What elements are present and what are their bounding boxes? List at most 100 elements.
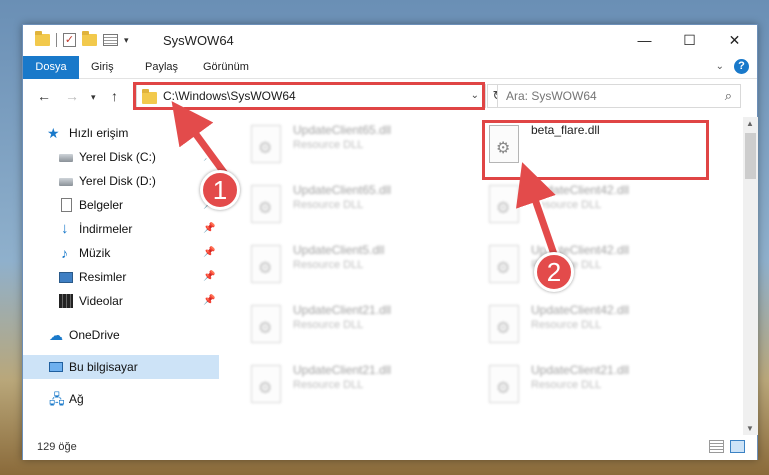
scroll-thumb[interactable] bbox=[745, 133, 756, 179]
address-dropdown-chevron-icon[interactable]: ⌄ bbox=[471, 90, 479, 101]
file-type: Resource DLL bbox=[293, 199, 364, 211]
search-input[interactable] bbox=[506, 89, 706, 103]
sidebar-item-label: Hızlı erişim bbox=[69, 126, 129, 140]
file-name: UpdateClient65.dll bbox=[293, 123, 392, 137]
new-folder-icon[interactable] bbox=[82, 31, 97, 46]
quick-access-toolbar: ✓ ▾ bbox=[35, 31, 129, 47]
customize-toolbar-chevron-icon[interactable]: ▾ bbox=[124, 35, 129, 46]
sidebar-item-this-pc[interactable]: Bu bilgisayar bbox=[23, 355, 219, 379]
sidebar-item-network[interactable]: 🖧 Ağ bbox=[23, 387, 219, 411]
file-type: Resource DLL bbox=[293, 379, 364, 391]
star-icon: ★ bbox=[47, 125, 60, 141]
maximize-button[interactable]: ☐ bbox=[667, 25, 712, 55]
file-item[interactable]: UpdateClient21.dll Resource DLL bbox=[481, 359, 711, 415]
expand-ribbon-chevron-icon[interactable]: ⌄ bbox=[716, 61, 724, 72]
status-bar: 129 öğe bbox=[23, 435, 757, 460]
dll-file-icon bbox=[489, 365, 519, 403]
dll-file-icon bbox=[251, 185, 281, 223]
file-item[interactable]: UpdateClient21.dll Resource DLL bbox=[243, 359, 473, 415]
address-row: ← → ▾ ↑ C:\Windows\SysWOW64 ⌄ ↻ ⌕ bbox=[23, 80, 757, 114]
file-list: UpdateClient65.dll Resource DLL UpdateCl… bbox=[219, 117, 743, 435]
file-item-beta-flare[interactable]: beta_flare.dll bbox=[481, 119, 711, 175]
pin-icon: 📌 bbox=[203, 247, 216, 258]
toolbar-divider bbox=[56, 33, 57, 47]
file-type: Resource DLL bbox=[293, 139, 364, 151]
sidebar-item-quick-access[interactable]: ★ Hızlı erişim bbox=[23, 121, 219, 145]
downloads-icon: ↓ bbox=[61, 220, 69, 237]
sidebar-item-label: Yerel Disk (C:) bbox=[79, 150, 156, 164]
dll-file-icon bbox=[251, 365, 281, 403]
dll-file-icon bbox=[251, 245, 281, 283]
file-item[interactable]: UpdateClient42.dll Resource DLL bbox=[481, 299, 711, 355]
sidebar-item-downloads[interactable]: ↓ İndirmeler 📌 bbox=[23, 217, 219, 241]
step-badge-1: 1 bbox=[200, 170, 240, 210]
dll-file-icon bbox=[489, 305, 519, 343]
file-item[interactable]: UpdateClient5.dll Resource DLL bbox=[243, 239, 473, 295]
dll-file-icon bbox=[251, 125, 281, 163]
file-explorer-window: ✓ ▾ SysWOW64 — ☐ ✕ Dosya Giriş Paylaş Gö… bbox=[22, 24, 758, 460]
address-folder-icon bbox=[142, 89, 157, 104]
scroll-down-icon[interactable]: ▼ bbox=[746, 424, 754, 433]
sidebar-item-label: Resimler bbox=[79, 270, 127, 284]
file-item[interactable]: UpdateClient65.dll Resource DLL bbox=[243, 179, 473, 235]
large-icons-view-icon[interactable] bbox=[730, 440, 745, 453]
videos-icon bbox=[59, 294, 73, 308]
tab-share[interactable]: Paylaş bbox=[135, 56, 188, 79]
help-icon[interactable]: ? bbox=[734, 59, 749, 74]
sidebar-item-local-disk-d[interactable]: Yerel Disk (D:) 📌 bbox=[23, 169, 219, 193]
sidebar-item-onedrive[interactable]: ☁ OneDrive bbox=[23, 323, 219, 347]
file-item[interactable]: UpdateClient42.dll Resource DLL bbox=[481, 179, 711, 235]
up-arrow-icon[interactable]: ↑ bbox=[111, 88, 118, 104]
dll-file-icon bbox=[489, 125, 519, 163]
tab-view[interactable]: Görünüm bbox=[193, 56, 259, 79]
file-type: Resource DLL bbox=[293, 259, 364, 271]
file-name: UpdateClient42.dll bbox=[531, 183, 630, 197]
details-view-icon[interactable] bbox=[709, 440, 724, 453]
file-name: UpdateClient5.dll bbox=[293, 243, 385, 257]
file-item[interactable]: UpdateClient42.dll Resource DLL bbox=[481, 239, 711, 295]
title-bar: ✓ ▾ SysWOW64 — ☐ ✕ bbox=[23, 25, 757, 56]
sidebar-item-label: Belgeler bbox=[79, 198, 124, 212]
back-arrow-icon[interactable]: ← bbox=[37, 88, 51, 104]
vertical-scrollbar[interactable]: ▲ ▼ bbox=[743, 117, 758, 435]
sidebar-item-pictures[interactable]: Resimler 📌 bbox=[23, 265, 219, 289]
minimize-button[interactable]: — bbox=[622, 25, 667, 55]
close-button[interactable]: ✕ bbox=[712, 25, 757, 55]
file-name: UpdateClient65.dll bbox=[293, 183, 392, 197]
scroll-up-icon[interactable]: ▲ bbox=[746, 119, 754, 128]
properties-check-icon[interactable]: ✓ bbox=[63, 33, 76, 47]
recent-locations-chevron-icon[interactable]: ▾ bbox=[91, 92, 96, 103]
computer-icon bbox=[49, 362, 63, 372]
sidebar-item-music[interactable]: ♪ Müzik 📌 bbox=[23, 241, 219, 265]
dll-file-icon bbox=[489, 185, 519, 223]
address-path[interactable]: C:\Windows\SysWOW64 bbox=[163, 89, 296, 103]
sidebar-item-label: OneDrive bbox=[69, 328, 120, 342]
sidebar-item-videos[interactable]: Videolar 📌 bbox=[23, 289, 219, 313]
sidebar-item-label: Bu bilgisayar bbox=[69, 360, 138, 374]
file-item[interactable]: UpdateClient21.dll Resource DLL bbox=[243, 299, 473, 355]
pin-icon: 📌 bbox=[203, 271, 216, 282]
tab-file[interactable]: Dosya bbox=[23, 56, 79, 79]
folder-icon bbox=[35, 31, 50, 46]
forward-arrow-icon[interactable]: → bbox=[65, 88, 79, 104]
cloud-icon: ☁ bbox=[49, 327, 63, 343]
drive-icon bbox=[59, 178, 73, 186]
dll-file-icon bbox=[489, 245, 519, 283]
documents-icon bbox=[61, 198, 72, 212]
sidebar-item-label: Videolar bbox=[79, 294, 123, 308]
search-box[interactable]: ⌕ bbox=[497, 84, 741, 108]
step-badge-2: 2 bbox=[534, 252, 574, 292]
file-type: Resource DLL bbox=[531, 199, 602, 211]
tab-home[interactable]: Giriş bbox=[81, 56, 124, 79]
search-icon[interactable]: ⌕ bbox=[725, 88, 732, 104]
file-item[interactable]: UpdateClient65.dll Resource DLL bbox=[243, 119, 473, 175]
address-bar[interactable]: C:\Windows\SysWOW64 ⌄ bbox=[136, 84, 486, 108]
file-name: UpdateClient21.dll bbox=[531, 363, 630, 377]
sidebar-item-label: İndirmeler bbox=[79, 222, 133, 236]
sidebar-item-local-disk-c[interactable]: Yerel Disk (C:) 📌 bbox=[23, 145, 219, 169]
sidebar-item-documents[interactable]: Belgeler 📌 bbox=[23, 193, 219, 217]
file-type: Resource DLL bbox=[293, 319, 364, 331]
list-properties-icon[interactable] bbox=[103, 34, 118, 46]
sidebar-item-label: Yerel Disk (D:) bbox=[79, 174, 156, 188]
navigation-pane: ★ Hızlı erişim Yerel Disk (C:) 📌 Yerel D… bbox=[23, 117, 219, 435]
